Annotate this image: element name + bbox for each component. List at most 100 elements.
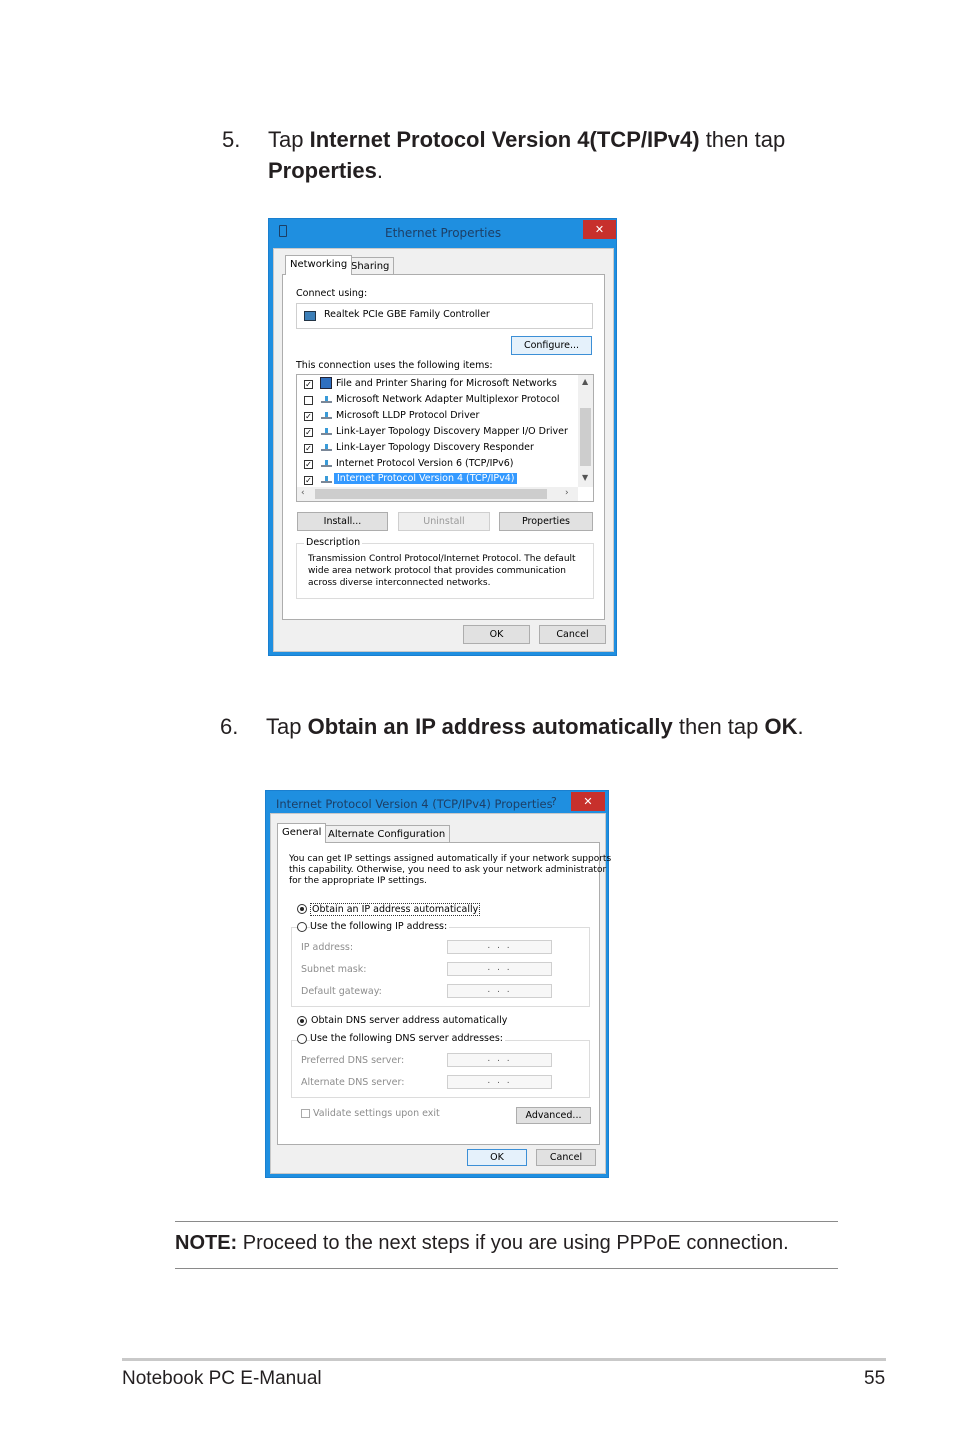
default-gateway-field[interactable]: . . . [447,984,552,998]
page-number: 55 [864,1368,886,1389]
use-dns-radio[interactable] [297,1034,307,1044]
protocol-icon [321,460,332,467]
install-button[interactable]: Install... [297,512,388,531]
obtain-dns-radio[interactable] [297,1016,307,1026]
window-title: Internet Protocol Version 4 (TCP/IPv4) P… [276,797,553,811]
scroll-down-icon[interactable]: ▼ [582,473,588,482]
ok-button[interactable]: OK [467,1149,527,1166]
ok-button[interactable]: OK [463,625,530,644]
item-checkbox[interactable]: ✓ [304,428,313,437]
use-dns-label[interactable]: Use the following DNS server addresses: [310,1033,505,1044]
note-text: Proceed to the next steps if you are usi… [237,1232,789,1254]
configure-button[interactable]: Configure... [511,336,592,355]
obtain-ip-radio[interactable] [297,904,307,914]
item-label: File and Printer Sharing for Microsoft N… [336,378,557,389]
ipv4-properties-window: Internet Protocol Version 4 (TCP/IPv4) P… [265,790,611,1178]
item-checkbox[interactable]: ✓ [304,380,313,389]
vertical-scrollbar[interactable]: ▲ ▼ [578,375,593,487]
list-item-selected[interactable]: ✓ Internet Protocol Version 4 (TCP/IPv4) [297,472,577,488]
protocol-icon [321,444,332,451]
dialog-body: General Alternate Configuration You can … [270,813,611,1174]
item-checkbox[interactable] [304,396,313,405]
ip-address-label: IP address: [301,942,354,953]
item-checkbox[interactable]: ✓ [304,444,313,453]
tab-sharing[interactable]: Sharing [346,257,395,275]
tab-networking[interactable]: Networking [285,255,353,275]
dialog-body: Networking Sharing Connect using: Realte… [273,248,614,652]
close-icon[interactable]: ✕ [571,792,605,811]
cancel-button[interactable]: Cancel [539,625,606,644]
static-ip-group: IP address: . . . Subnet mask: . . . Def… [291,927,590,1007]
protocol-icon [321,476,332,483]
note-bottom-rule [175,1268,838,1269]
window-title: Ethernet Properties [385,226,502,240]
title-bar[interactable]: Ethernet Properties ✕ [269,219,616,247]
close-icon[interactable]: ✕ [583,220,616,239]
description-label: Description [304,537,363,548]
ip-address-field[interactable]: . . . [447,940,552,954]
intro-line: this capability. Otherwise, you need to … [289,865,607,875]
item-label: Internet Protocol Version 4 (TCP/IPv4) [334,473,518,484]
note-label: NOTE: [175,1232,238,1254]
obtain-ip-label[interactable]: Obtain an IP address automatically [310,903,481,916]
list-item[interactable]: ✓ Link-Layer Topology Discovery Responde… [297,440,577,456]
protocol-icon [321,428,332,435]
static-dns-group: Preferred DNS server: . . . Alternate DN… [291,1040,590,1098]
connect-using-label: Connect using: [296,288,368,299]
tab-alternate-configuration[interactable]: Alternate Configuration [323,825,451,843]
item-label: Link-Layer Topology Discovery Mapper I/O… [336,426,568,437]
validate-label[interactable]: Validate settings upon exit [313,1108,440,1119]
cancel-button[interactable]: Cancel [536,1149,596,1166]
preferred-dns-field[interactable]: . . . [447,1053,552,1067]
item-label: Link-Layer Topology Discovery Responder [336,442,534,453]
ethernet-properties-window: Ethernet Properties ✕ Networking Sharing… [268,218,617,656]
step-5: 5. Tap Internet Protocol Version 4(TCP/I… [222,124,842,188]
intro-line: for the appropriate IP settings. [289,876,427,886]
step-text: Tap Obtain an IP address automatically t… [266,714,804,739]
use-ip-label[interactable]: Use the following IP address: [310,921,450,932]
adapter-box: Realtek PCIe GBE Family Controller [296,303,593,329]
note: NOTE: Proceed to the next steps if you a… [175,1232,789,1255]
advanced-button[interactable]: Advanced... [516,1107,591,1124]
list-item[interactable]: ✓ Internet Protocol Version 6 (TCP/IPv6) [297,456,577,472]
step-number: 6. [220,714,239,739]
description-group: Description Transmission Control Protoco… [296,537,594,599]
horizontal-scrollbar[interactable]: ‹ › [297,487,578,501]
obtain-dns-label[interactable]: Obtain DNS server address automatically [311,1015,507,1026]
items-list[interactable]: ✓ File and Printer Sharing for Microsoft… [296,374,594,502]
networking-panel: Connect using: Realtek PCIe GBE Family C… [282,274,605,620]
share-icon [320,377,332,389]
item-checkbox[interactable]: ✓ [304,412,313,421]
uninstall-button[interactable]: Uninstall [398,512,490,531]
scroll-thumb[interactable] [580,408,591,466]
item-checkbox[interactable]: ✓ [304,476,313,485]
scroll-up-icon[interactable]: ▲ [582,377,588,386]
help-icon[interactable]: ? [551,795,557,808]
step-text: Tap Internet Protocol Version 4(TCP/IPv4… [268,127,786,183]
tab-general[interactable]: General [277,823,327,843]
subnet-mask-field[interactable]: . . . [447,962,552,976]
description-line: wide area network protocol that provides… [308,566,566,576]
subnet-mask-label: Subnet mask: [301,964,367,975]
items-label: This connection uses the following items… [296,360,493,371]
protocol-icon [321,412,332,419]
default-gateway-label: Default gateway: [301,986,382,997]
adapter-icon [304,311,316,321]
list-item[interactable]: ✓ File and Printer Sharing for Microsoft… [297,376,577,392]
protocol-icon [321,396,332,403]
scroll-left-icon[interactable]: ‹ [301,488,305,498]
list-item[interactable]: ✓ Microsoft LLDP Protocol Driver [297,408,577,424]
properties-button[interactable]: Properties [499,512,593,531]
list-item[interactable]: ✓ Link-Layer Topology Discovery Mapper I… [297,424,577,440]
network-icon [279,225,287,237]
use-ip-radio[interactable] [297,922,307,932]
list-item[interactable]: Microsoft Network Adapter Multiplexor Pr… [297,392,577,408]
note-top-rule [175,1221,838,1222]
scroll-right-icon[interactable]: › [565,488,569,498]
description-line: across diverse interconnected networks. [308,578,491,588]
alternate-dns-field[interactable]: . . . [447,1075,552,1089]
scroll-thumb[interactable] [315,489,547,499]
validate-checkbox[interactable] [301,1109,310,1118]
item-checkbox[interactable]: ✓ [304,460,313,469]
description-line: Transmission Control Protocol/Internet P… [308,554,576,564]
